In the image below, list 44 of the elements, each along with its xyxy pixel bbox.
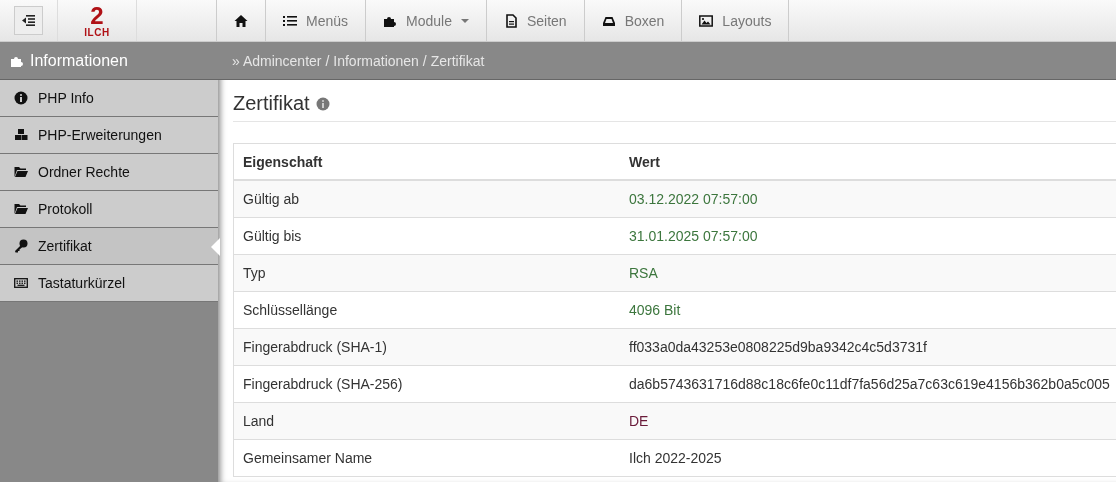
nav-item[interactable]: Seiten <box>486 0 585 41</box>
table-cell: 4096 Bit <box>620 291 1116 329</box>
sidebar-item[interactable]: Ordner Rechte <box>0 154 218 191</box>
table-cell: Schlüssellänge <box>233 291 620 329</box>
sidebar-item[interactable]: PHP-Erweiterungen <box>0 117 218 154</box>
sidebar-title: Informationen <box>30 51 128 70</box>
table-cell: da6b5743631716d88c18c6fe0c11df7fa56d25a7c63c619e4156b362b0a5c005 <box>620 365 1116 403</box>
table-cell: Gültig ab <box>233 180 620 218</box>
nav-item[interactable]: Layouts <box>682 0 790 41</box>
sidebar-item[interactable]: Protokoll <box>0 191 218 228</box>
nav-item[interactable]: Module <box>366 0 487 41</box>
page-title: Zertifikat <box>233 92 310 115</box>
table-cell: Ilch 2022-2025 <box>620 439 1116 477</box>
caret-icon <box>460 18 469 23</box>
folder-icon <box>14 165 28 179</box>
cubes-icon <box>14 128 28 142</box>
info-icon <box>14 91 28 105</box>
table-cell: Gemeinsamer Name <box>233 439 620 477</box>
nav-item[interactable]: Menüs <box>266 0 367 41</box>
sidebar-toggle-button[interactable] <box>14 6 43 35</box>
list-icon <box>283 13 297 28</box>
document-icon <box>503 13 518 28</box>
sidebar-item[interactable]: PHP Info <box>0 80 218 117</box>
table-cell: 31.01.2025 07:57:00 <box>620 217 1116 255</box>
home-icon <box>234 13 248 28</box>
logo[interactable]: 2 ILCH <box>57 0 137 41</box>
sidebar-item[interactable]: Tastaturkürzel <box>0 265 218 302</box>
table-cell: RSA <box>620 254 1116 292</box>
table-cell: 03.12.2022 07:57:00 <box>620 180 1116 218</box>
table-cell: Fingerabdruck (SHA-256) <box>233 365 620 403</box>
folder-icon <box>14 202 28 216</box>
table-cell: DE <box>620 402 1116 440</box>
table-cell: ff033a0da43253e0808225d9ba9342c4c5d3731f <box>620 328 1116 366</box>
table-cell: Fingerabdruck (SHA-1) <box>233 328 620 366</box>
table-cell: Land <box>233 402 620 440</box>
picture-icon <box>699 13 714 28</box>
sidebar-item[interactable]: Zertifikat <box>0 228 218 265</box>
nav-item[interactable]: Boxen <box>584 0 683 41</box>
info-icon <box>315 96 330 111</box>
collapse-icon <box>22 15 35 26</box>
keyboard-icon <box>14 276 28 290</box>
key-icon <box>14 239 28 253</box>
table-cell: Gültig bis <box>233 217 620 255</box>
table-cell: Typ <box>233 254 620 292</box>
